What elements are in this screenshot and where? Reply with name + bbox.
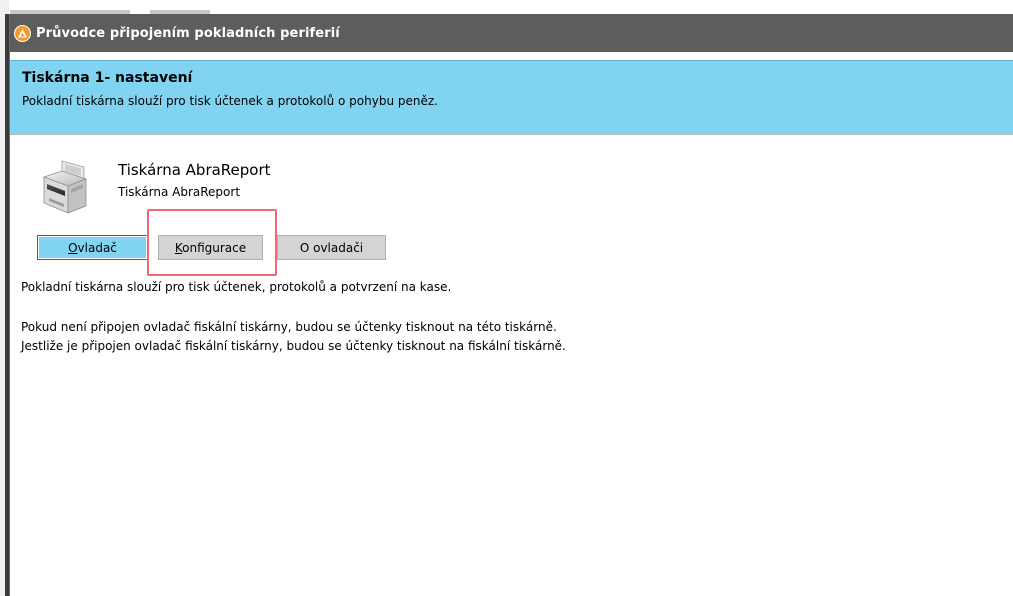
- about-driver-button-label: O ovladači: [299, 240, 364, 255]
- driver-button[interactable]: Ovladač: [37, 235, 148, 260]
- info-line-3: Jestliže je připojen ovladač fiskální ti…: [21, 339, 566, 353]
- device-name: Tiskárna AbraReport: [118, 161, 271, 179]
- window-title: Průvodce připojením pokladních periferií: [36, 25, 340, 41]
- step-header: Tiskárna 1- nastavení Pokladní tiskárna …: [10, 60, 1013, 135]
- step-description: Pokladní tiskárna slouží pro tisk účtene…: [22, 94, 438, 108]
- driver-button-label: Ovladač: [68, 241, 117, 255]
- receipt-printer-icon: [38, 157, 96, 219]
- header-divider: [10, 134, 1013, 135]
- info-line-2: Pokud není připojen ovladač fiskální tis…: [21, 320, 557, 334]
- app-logo-icon: [14, 24, 31, 42]
- info-line-1: Pokladní tiskárna slouží pro tisk účtene…: [21, 280, 452, 294]
- highlight-annotation: [147, 209, 277, 276]
- left-edge: [0, 0, 9, 596]
- step-title: Tiskárna 1- nastavení: [22, 70, 193, 86]
- title-bar[interactable]: Průvodce připojením pokladních periferií: [10, 14, 1013, 52]
- driver-label-rest: vladač: [77, 240, 117, 255]
- driver-accel-key: O: [68, 240, 78, 255]
- wizard-window: Průvodce připojením pokladních periferií…: [9, 14, 1013, 596]
- screen-top-edge: [0, 0, 1013, 14]
- about-driver-button[interactable]: O ovladači: [277, 235, 386, 260]
- device-subname: Tiskárna AbraReport: [118, 185, 241, 199]
